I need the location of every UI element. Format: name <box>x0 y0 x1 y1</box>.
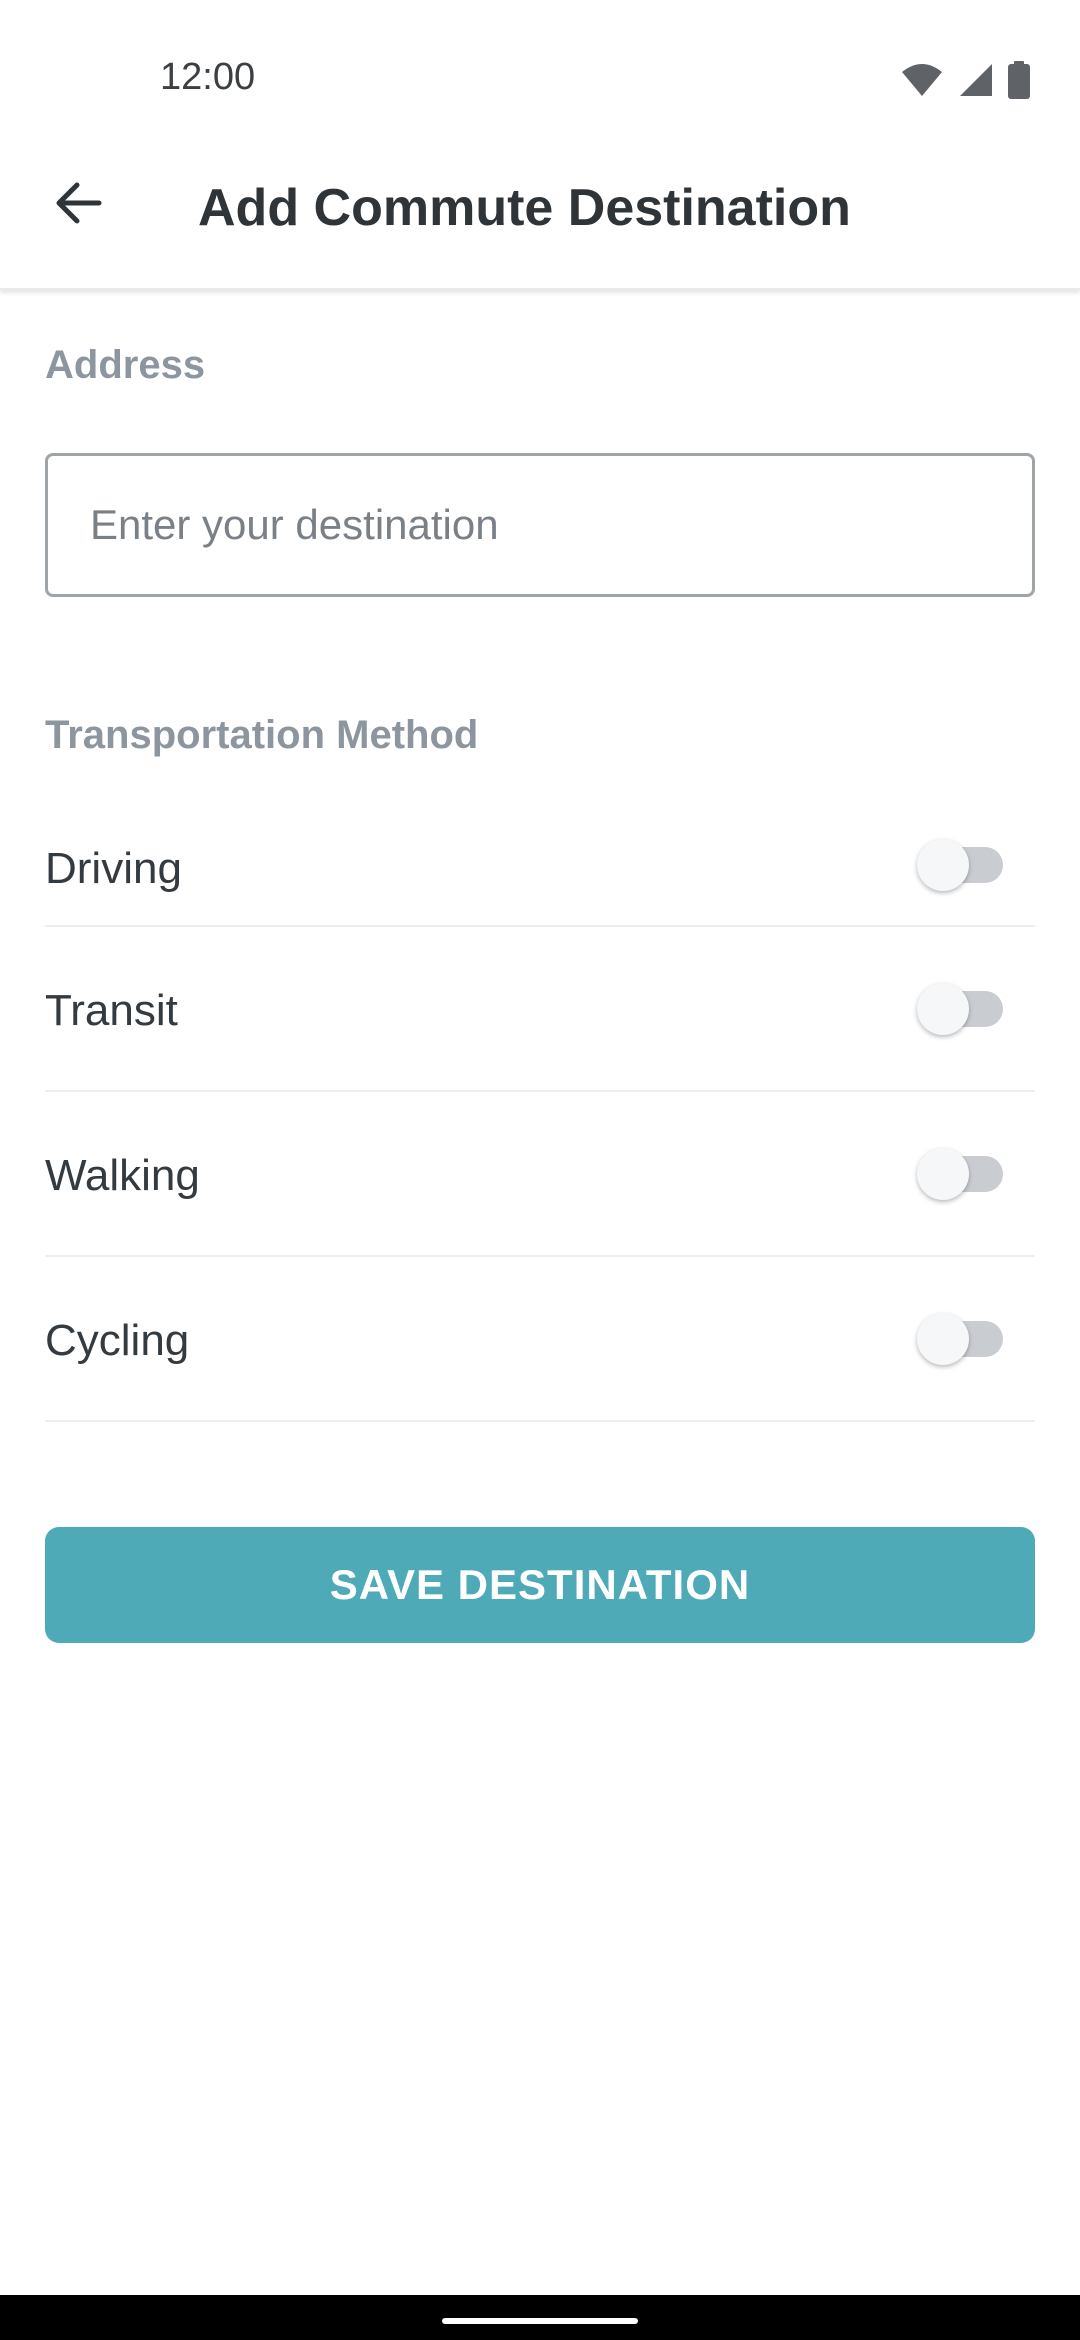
save-destination-button[interactable]: SAVE DESTINATION <box>45 1527 1035 1643</box>
app-bar: Add Commute Destination <box>0 120 1080 290</box>
page-title: Add Commute Destination <box>198 179 851 237</box>
back-button[interactable] <box>38 170 118 240</box>
navigation-bar <box>0 2295 1080 2340</box>
method-row-transit[interactable]: Transit <box>45 927 1035 1092</box>
driving-toggle[interactable] <box>917 839 1005 891</box>
method-label-cycling: Cycling <box>45 1316 190 1365</box>
toggle-thumb <box>917 839 969 891</box>
address-input[interactable] <box>45 453 1035 597</box>
battery-icon <box>1008 60 1030 104</box>
arrow-left-icon <box>53 181 103 230</box>
toggle-thumb <box>917 1313 969 1365</box>
transportation-label: Transportation Method <box>45 713 479 757</box>
method-label-driving: Driving <box>45 844 182 893</box>
cycling-toggle[interactable] <box>917 1313 1005 1365</box>
screen: 12:00 Add Commute Destination Address En… <box>0 0 1080 2340</box>
walking-toggle[interactable] <box>917 1148 1005 1200</box>
home-gesture-handle[interactable] <box>442 2318 638 2324</box>
method-row-driving[interactable]: Driving <box>45 815 1035 927</box>
toggle-thumb <box>917 1148 969 1200</box>
address-label: Address <box>45 343 206 387</box>
method-label-transit: Transit <box>45 986 178 1035</box>
toggle-thumb <box>917 983 969 1035</box>
status-icons <box>900 60 1030 104</box>
status-bar: 12:00 <box>0 0 1080 120</box>
method-row-cycling[interactable]: Cycling <box>45 1257 1035 1422</box>
signal-icon <box>958 62 994 103</box>
wifi-icon <box>900 62 944 103</box>
method-label-walking: Walking <box>45 1151 200 1200</box>
transit-toggle[interactable] <box>917 983 1005 1035</box>
status-time: 12:00 <box>160 56 256 98</box>
method-row-walking[interactable]: Walking <box>45 1092 1035 1257</box>
